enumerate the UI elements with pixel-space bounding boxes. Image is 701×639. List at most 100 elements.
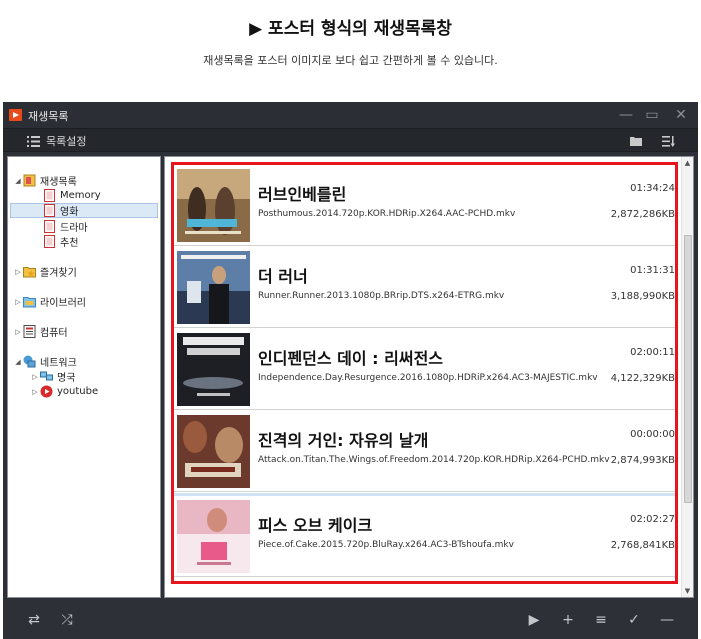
poster-list: 러브인베를린 Posthumous.2014.720p.KOR.HDRip.X2… [171, 162, 678, 584]
list-settings-icon [27, 135, 40, 147]
tree-item-drama[interactable]: 드라마 [43, 219, 88, 234]
scroll-down-icon[interactable]: ▼ [682, 585, 693, 597]
add-icon[interactable]: + [559, 611, 577, 629]
tree-label: 컴퓨터 [40, 328, 68, 339]
page-subheading: 재생목록을 포스터 이미지로 보다 쉽고 간편하게 볼 수 있습니다. [203, 54, 498, 67]
duration: 01:31:31 [630, 265, 675, 276]
file-name: Piece.of.Cake.2015.720p.BluRay.x264.AC3-… [258, 540, 514, 550]
bottom-toolbar: ⇄ ⤮ ▶ + ≡ ✓ — [3, 601, 698, 639]
tree-item-network[interactable]: ◢ 네트워크 [13, 354, 77, 369]
file-name: Runner.Runner.2013.1080p.BRrip.DTS.x264-… [258, 291, 505, 301]
tree-label: 네트워크 [40, 358, 77, 369]
folder-icon [630, 137, 642, 146]
film-icon [44, 189, 55, 202]
list-settings-button[interactable]: 목록설정 [27, 133, 86, 149]
tree-label: 즐겨찾기 [40, 268, 77, 279]
page-heading: ▶ 포스터 형식의 재생목록창 [249, 19, 452, 39]
playlist-add-icon[interactable]: ≡ [592, 611, 610, 629]
film-icon [44, 204, 55, 217]
file-size: 2,768,841KB [610, 540, 675, 551]
youtube-icon [40, 385, 53, 398]
collapse-toggle-icon[interactable]: ▷ [30, 373, 40, 381]
list-settings-label: 목록설정 [46, 135, 87, 148]
computer-icon [23, 325, 36, 338]
vertical-scrollbar[interactable]: ▲ ▼ [681, 157, 693, 597]
repeat-icon[interactable]: ⇄ [25, 611, 43, 629]
tree-item-recommend[interactable]: 추천 [43, 234, 78, 249]
network-icon [23, 355, 36, 368]
tree-label: Memory [60, 190, 101, 201]
playlist-folder-icon [23, 174, 36, 187]
movie-title: 진격의 거인: 자유의 날개 [258, 431, 429, 450]
collapse-toggle-icon[interactable]: ▷ [13, 268, 23, 276]
tree-item-playlist[interactable]: ◢ 재생목록 [13, 173, 77, 188]
file-name: Attack.on.Titan.The.Wings.of.Freedom.201… [258, 455, 610, 465]
tree-item-library[interactable]: ▷ 라이브러리 [13, 294, 86, 309]
play-icon[interactable]: ▶ [525, 611, 543, 629]
duration: 01:34:24 [630, 183, 675, 194]
tree-item-memory[interactable]: Memory [43, 188, 101, 203]
file-name: Posthumous.2014.720p.KOR.HDRip.X264.AAC-… [258, 209, 516, 219]
file-size: 4,122,329KB [610, 373, 675, 384]
tree-label: 영화 [60, 207, 79, 218]
sort-icon [661, 136, 675, 147]
file-name: Independence.Day.Resurgence.2016.1080p.H… [258, 373, 598, 383]
duration: 00:00:00 [630, 429, 675, 440]
list-item[interactable]: 피스 오브 케이크 Piece.of.Cake.2015.720p.BluRay… [174, 496, 675, 577]
sort-button[interactable] [660, 133, 676, 149]
tree-item-myeongguk[interactable]: ▷ 명국 [30, 369, 75, 384]
collapse-toggle-icon[interactable]: ▷ [30, 388, 40, 396]
movie-title: 인디펜던스 데이 : 리써전스 [258, 349, 444, 368]
poster-thumbnail [177, 251, 250, 324]
tree-label: 라이브러리 [40, 298, 86, 309]
poster-thumbnail [177, 415, 250, 488]
poster-thumbnail [177, 333, 250, 406]
duration: 02:02:27 [630, 514, 675, 525]
poster-list-panel: 러브인베를린 Posthumous.2014.720p.KOR.HDRip.X2… [164, 156, 694, 598]
tree-item-computer[interactable]: ▷ 컴퓨터 [13, 324, 68, 339]
collapse-toggle-icon[interactable]: ▷ [13, 298, 23, 306]
maximize-button[interactable]: ▭ [643, 106, 661, 124]
folder-button[interactable] [628, 133, 644, 149]
tree-item-favorites[interactable]: ▷ 즐겨찾기 [13, 264, 77, 279]
close-button[interactable]: ✕ [672, 106, 690, 124]
favorites-folder-icon [23, 267, 36, 278]
tree-label: 추천 [60, 238, 79, 249]
film-icon [44, 235, 55, 248]
list-item[interactable]: 더 러너 Runner.Runner.2013.1080p.BRrip.DTS.… [174, 247, 675, 328]
playlist-window: 재생목록 — ▭ ✕ 목록설정 ◢ 재생목록 Memory 영화 드라마 추천 … [3, 102, 698, 639]
tree-label: 드라마 [60, 223, 88, 234]
tree-label: youtube [57, 386, 99, 397]
tree-label: 명국 [57, 373, 76, 384]
poster-thumbnail [177, 500, 250, 573]
scroll-thumb[interactable] [684, 235, 692, 503]
check-icon[interactable]: ✓ [625, 611, 643, 629]
expand-toggle-icon[interactable]: ◢ [13, 358, 23, 366]
shuffle-icon[interactable]: ⤮ [58, 611, 76, 629]
file-size: 2,872,286KB [610, 209, 675, 220]
expand-toggle-icon[interactable]: ◢ [13, 177, 23, 185]
tree-item-youtube[interactable]: ▷ youtube [30, 384, 98, 399]
app-logo-icon [9, 109, 22, 121]
library-folder-icon [23, 297, 36, 308]
scroll-up-icon[interactable]: ▲ [682, 157, 693, 169]
list-item[interactable]: 진격의 거인: 자유의 날개 Attack.on.Titan.The.Wings… [174, 411, 675, 492]
movie-title: 피스 오브 케이크 [258, 516, 373, 535]
window-title: 재생목록 [28, 110, 69, 123]
collapse-toggle-icon[interactable]: ▷ [13, 328, 23, 336]
remove-icon[interactable]: — [658, 611, 676, 629]
file-size: 2,874,993KB [610, 455, 675, 466]
file-size: 3,188,990KB [610, 291, 675, 302]
list-item[interactable]: 러브인베를린 Posthumous.2014.720p.KOR.HDRip.X2… [174, 165, 675, 246]
folder-tree: ◢ 재생목록 Memory 영화 드라마 추천 ▷ 즐겨찾기 ▷ 라이브러리 ▷… [7, 156, 161, 598]
movie-title: 더 러너 [258, 267, 308, 286]
network-pc-icon [40, 371, 53, 381]
title-bar[interactable]: 재생목록 — ▭ ✕ [3, 102, 698, 128]
minimize-button[interactable]: — [617, 106, 635, 124]
tree-label: 재생목록 [40, 177, 77, 188]
duration: 02:00:11 [630, 347, 675, 358]
tree-item-movie[interactable]: 영화 [10, 203, 158, 218]
poster-thumbnail [177, 169, 250, 242]
list-item[interactable]: 인디펜던스 데이 : 리써전스 Independence.Day.Resurge… [174, 329, 675, 410]
movie-title: 러브인베를린 [258, 185, 347, 204]
